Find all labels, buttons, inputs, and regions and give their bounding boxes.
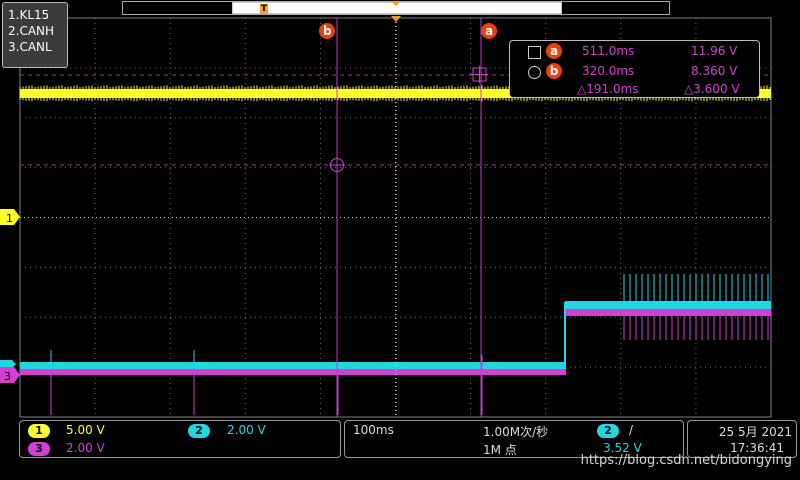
- trigger-overview-icon: [391, 1, 401, 6]
- cursor-a-value: 11.96 V: [691, 44, 738, 58]
- cursor-a-label-badge: a: [546, 43, 562, 59]
- ch1-ground-marker[interactable]: 1: [0, 209, 20, 225]
- sample-rate: 1.00M次/秒: [483, 425, 549, 439]
- trigger-tag-icon: T: [260, 4, 268, 14]
- cursor-b-label-badge: b: [546, 63, 562, 79]
- cursor-lines[interactable]: [336, 18, 482, 417]
- channel-labels-panel: 1.KL15 2.CANH 3.CANL: [2, 2, 68, 68]
- date: 25 5月 2021: [718, 425, 792, 439]
- ch3-chip[interactable]: 3: [28, 442, 50, 456]
- channel-label-1: 1.KL15: [8, 8, 50, 22]
- cursor-a-badge-text: a: [485, 24, 493, 38]
- watermark: https://blog.csdn.net/bidongying: [580, 453, 792, 468]
- ch2-trace-high: [565, 301, 771, 309]
- channel-label-3: 3.CANL: [8, 40, 52, 54]
- channel-label-2: 2.CANH: [8, 24, 55, 38]
- trigger-position-icon[interactable]: [391, 16, 401, 22]
- cursor-b-badge[interactable]: b: [319, 23, 335, 39]
- cursor-delta-time: △191.0ms: [577, 82, 639, 96]
- ch2-ground-marker[interactable]: [0, 360, 16, 368]
- ch2-scale: 2.00 V: [227, 423, 266, 437]
- cursor-a-badge[interactable]: a: [481, 23, 497, 39]
- vertical-settings-panel[interactable]: 1 5.00 V 2 2.00 V 3 2.00 V: [19, 420, 341, 458]
- trigger-source-chip[interactable]: 2: [597, 424, 619, 438]
- trigger-slope-icon: /: [629, 423, 634, 437]
- cursor-b-badge-text: b: [323, 24, 332, 38]
- cursor-b-circle-icon: [528, 66, 541, 79]
- ch1-scale: 5.00 V: [66, 423, 105, 437]
- cursor-delta-value: △3.600 V: [684, 82, 740, 96]
- ch3-scale: 2.00 V: [66, 441, 105, 455]
- ch1-marker-text: 1: [6, 212, 13, 225]
- timebase: 100ms: [353, 423, 394, 437]
- cursor-a-time: 511.0ms: [582, 44, 635, 58]
- cursor-a-square-icon: [528, 46, 541, 59]
- cursor-readout-panel[interactable]: a 511.0ms 11.96 V b 320.0ms 8.360 V △191…: [509, 40, 760, 98]
- record-length: 1M 点: [483, 443, 517, 457]
- ch2-chip[interactable]: 2: [188, 424, 210, 438]
- ch3-ground-marker[interactable]: 3: [0, 367, 20, 383]
- ch2-trace-low: [20, 362, 565, 369]
- cursor-b-time: 320.0ms: [582, 64, 635, 78]
- ch3-marker-text: 3: [4, 370, 11, 383]
- ch3-trace-high: [565, 309, 771, 316]
- ch1-chip[interactable]: 1: [28, 424, 50, 438]
- cursor-b-value: 8.360 V: [691, 64, 738, 78]
